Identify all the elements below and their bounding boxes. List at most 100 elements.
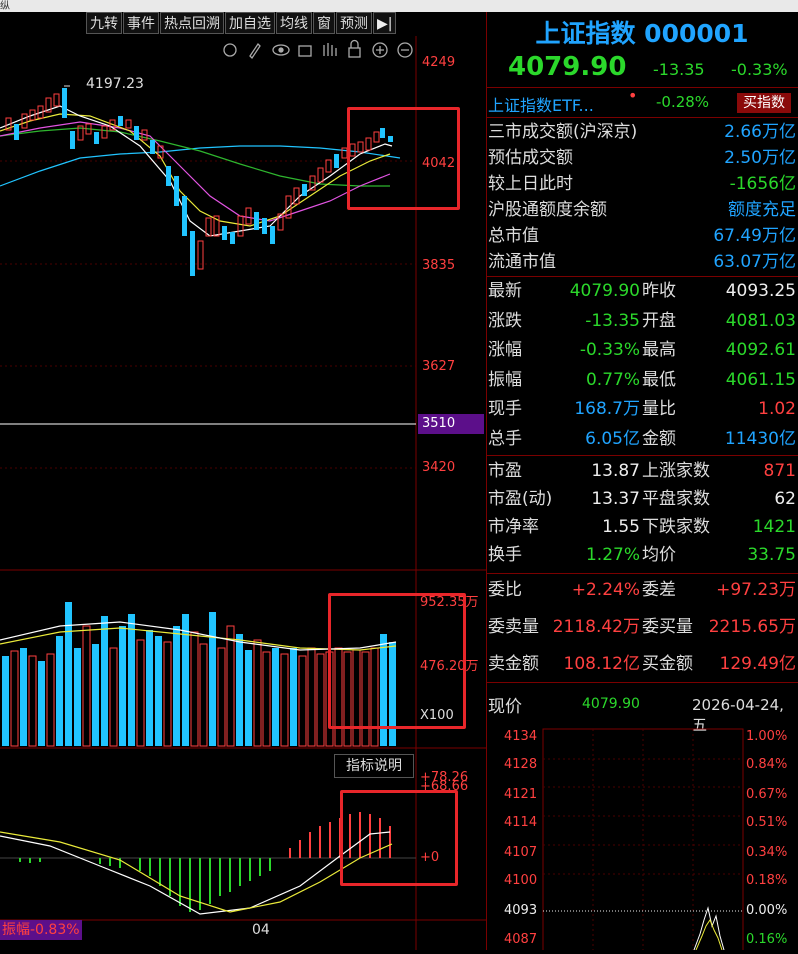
hotspot-review-button[interactable]: 热点回溯: [160, 12, 224, 34]
quote-value: 4061.15: [725, 369, 796, 390]
quote-label: 开盘: [642, 310, 676, 331]
quote-value: -0.33%: [579, 340, 640, 360]
valuation-label: 下跌家数: [642, 517, 710, 537]
moving-average-button[interactable]: 均线: [276, 12, 312, 34]
valuation-row: 市净率 1.55 下跌家数 1421: [486, 514, 798, 540]
valuation-label: 平盘家数: [642, 489, 710, 509]
valuation-row: 换手 1.27% 均价 33.75: [486, 542, 798, 568]
order-row: 委卖量 2118.42万 委买量 2215.65万: [486, 614, 798, 640]
market-row: 流通市值 63.07万亿: [486, 249, 798, 275]
market-label: 流通市值: [488, 252, 556, 272]
highlight-box-price: [347, 107, 460, 210]
intraday-right-axis: 0.51%: [746, 815, 788, 830]
order-value: 2215.65万: [708, 617, 796, 637]
intraday-left-axis: 4087: [504, 932, 538, 947]
buy-index-button[interactable]: 买指数: [737, 93, 791, 113]
intraday-right-axis: 0.67%: [746, 787, 788, 802]
valuation-label: 市净率: [488, 517, 539, 537]
quote-value: 4079.90: [569, 281, 640, 301]
price-axis-3420: 3420: [422, 460, 456, 475]
kline-chart-area[interactable]: 4197.23 4249 4042 3835 3627 3510 3420 95…: [0, 36, 486, 950]
candles: [5, 85, 393, 276]
intraday-right-axis: 0.34%: [746, 845, 788, 860]
quote-panel: 上证指数 000001 4079.90 -13.35 -0.33% 上证指数ET…: [486, 12, 798, 950]
etf-link[interactable]: 上证指数ETF...: [488, 92, 594, 116]
valuation-value: 13.37: [591, 489, 640, 509]
hand-icon: [323, 43, 337, 56]
quote-row: 涨跌 -13.35 开盘 4081.03: [486, 308, 798, 334]
intraday-right-axis: 0.16%: [746, 932, 788, 947]
intraday-right-axis: 1.00%: [746, 729, 788, 744]
market-value: -1656亿: [729, 174, 796, 194]
window-title: 纵: [0, 1, 10, 12]
valuation-value: 871: [763, 461, 796, 481]
quote-row: 涨幅 -0.33% 最高 4092.61: [486, 337, 798, 363]
market-row: 总市值 67.49万亿: [486, 223, 798, 249]
market-row: 预估成交额 2.50万亿: [486, 145, 798, 171]
order-label: 委差: [642, 580, 676, 600]
market-label: 三市成交额(沪深京): [488, 122, 638, 142]
intraday-left-axis: 4100: [504, 873, 538, 888]
index-change: -13.35: [653, 60, 705, 79]
quote-label: 振幅: [488, 369, 522, 390]
indicator-help-button[interactable]: 指标说明: [334, 754, 414, 778]
jiuzhuan-button[interactable]: 九转: [86, 12, 122, 34]
quote-label: 涨跌: [488, 310, 522, 331]
gear-icon: [223, 43, 237, 57]
market-row: 沪股通额度余额 额度充足: [486, 197, 798, 223]
valuation-value: 62: [774, 489, 796, 509]
quote-value: 11430亿: [724, 428, 796, 449]
quote-value: 6.05亿: [585, 428, 640, 449]
add-watchlist-button[interactable]: 加自选: [225, 12, 275, 34]
window-button[interactable]: 窗: [313, 12, 335, 34]
market-row: 三市成交额(沪深京) 2.66万亿: [486, 119, 798, 145]
quote-value: 0.77%: [585, 369, 640, 390]
collapse-arrow-icon[interactable]: ▶|: [373, 12, 397, 34]
order-value: +2.24%: [571, 580, 640, 600]
price-axis-4249: 4249: [422, 55, 456, 70]
quote-row: 现手 168.7万 量比 1.02: [486, 396, 798, 422]
intraday-right-axis: 0.84%: [746, 757, 788, 772]
intraday-left-axis: 4134: [504, 729, 538, 744]
index-name: 上证指数: [535, 19, 636, 48]
order-label: 委比: [488, 580, 522, 600]
window-title-strip: 纵: [0, 0, 798, 12]
price-axis-3835: 3835: [422, 258, 456, 273]
intraday-left-axis: 4121: [504, 787, 538, 802]
valuation-value: 13.87: [591, 461, 640, 481]
market-label: 总市值: [488, 226, 539, 246]
intraday-left-axis: 4107: [504, 845, 538, 860]
order-label: 买金额: [642, 654, 693, 674]
valuation-value: 1.27%: [585, 545, 640, 565]
order-value: 129.49亿: [719, 654, 796, 674]
quote-label: 量比: [642, 399, 676, 419]
market-value: 63.07万亿: [713, 252, 796, 272]
market-label: 沪股通额度余额: [488, 200, 607, 220]
intraday-right-axis: 0.18%: [746, 873, 788, 888]
valuation-label: 均价: [642, 545, 676, 565]
price-axis-3510: 3510: [422, 416, 456, 431]
valuation-label: 市盈: [488, 461, 522, 481]
valuation-label: 换手: [488, 545, 522, 565]
order-label: 委卖量: [488, 617, 539, 637]
intraday-left-axis: 4093: [504, 903, 538, 918]
quote-label: 昨收: [642, 281, 676, 301]
quote-value: 4081.03: [725, 310, 796, 331]
quote-value: 1.02: [758, 399, 796, 419]
quote-value: 4093.25: [725, 281, 796, 301]
market-label: 较上日此时: [488, 174, 573, 194]
forecast-button[interactable]: 预测: [336, 12, 372, 34]
intraday-label: 现价: [488, 697, 522, 717]
highlight-box-volume: [328, 593, 466, 729]
quote-label: 涨幅: [488, 340, 522, 360]
valuation-row: 市盈(动) 13.37 平盘家数 62: [486, 486, 798, 512]
valuation-value: 33.75: [747, 545, 796, 565]
order-value: 108.12亿: [563, 654, 640, 674]
price-axis-3627: 3627: [422, 359, 456, 374]
valuation-label: 上涨家数: [642, 461, 710, 481]
date-axis-label: 04: [252, 922, 270, 938]
events-button[interactable]: 事件: [123, 12, 159, 34]
quote-label: 现手: [488, 399, 522, 419]
order-value: 2118.42万: [552, 617, 640, 637]
index-title: 上证指数 000001: [486, 14, 798, 54]
